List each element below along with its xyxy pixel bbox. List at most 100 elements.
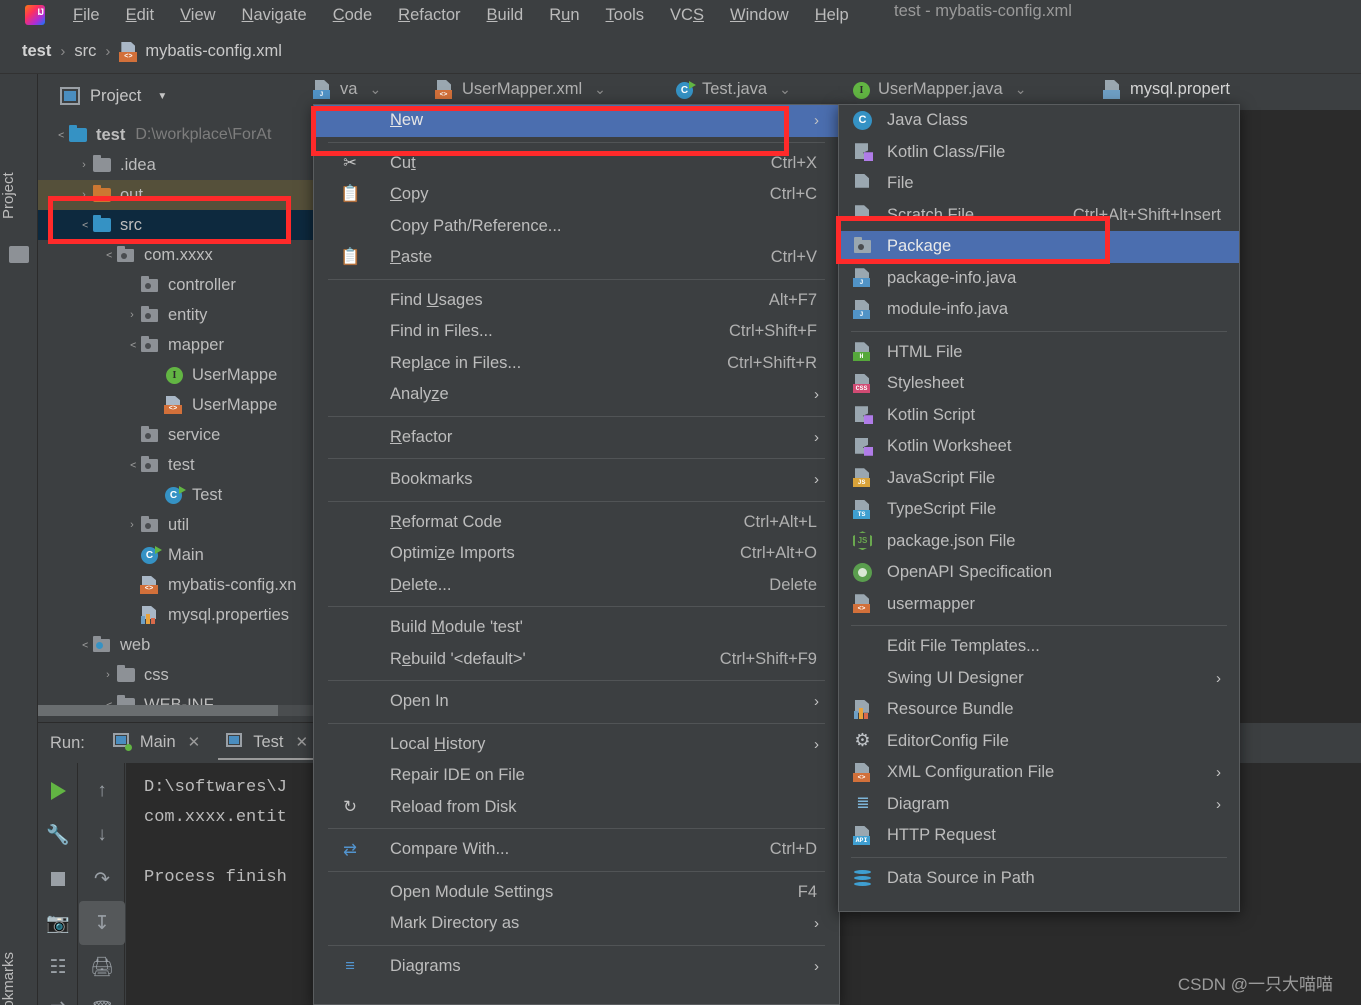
context-menu-item-find-in-files[interactable]: Find in Files... Ctrl+Shift+F bbox=[314, 316, 839, 348]
menu-tools[interactable]: Tools bbox=[593, 3, 658, 28]
run-tab-main[interactable]: Main ✕ bbox=[99, 727, 212, 760]
new-submenu-item-resource-bundle[interactable]: Resource Bundle bbox=[839, 694, 1239, 726]
menu-help[interactable]: Help bbox=[802, 3, 862, 28]
stop-icon[interactable] bbox=[38, 857, 78, 901]
close-icon[interactable]: ⌄ bbox=[369, 81, 381, 98]
sidebar-tab-project[interactable]: Project bbox=[0, 158, 38, 234]
new-submenu-item-http-request[interactable]: API HTTP Request bbox=[839, 820, 1239, 852]
scroll-down-icon[interactable]: ↓ bbox=[79, 813, 125, 857]
chevron-down-icon[interactable]: ˅ bbox=[78, 217, 90, 233]
tree-node-mybatis-config-xn[interactable]: <> mybatis-config.xn bbox=[38, 570, 313, 600]
chevron-down-icon[interactable]: ▼ bbox=[157, 91, 167, 102]
tree-node-com-xxxx[interactable]: ˅ com.xxxx bbox=[38, 240, 313, 270]
context-menu-item-new[interactable]: New › bbox=[314, 105, 839, 137]
menu-run[interactable]: Run bbox=[536, 3, 592, 28]
context-menu-item-mark-directory-as[interactable]: Mark Directory as › bbox=[314, 908, 839, 940]
close-icon[interactable]: ✕ bbox=[295, 733, 308, 751]
new-submenu-item-package-json-file[interactable]: JS package.json File bbox=[839, 526, 1239, 558]
soft-wrap-icon[interactable]: ↷ bbox=[79, 857, 125, 901]
new-submenu-item-edit-file-templates[interactable]: Edit File Templates... bbox=[839, 631, 1239, 663]
breadcrumb-item-file[interactable]: mybatis-config.xml bbox=[145, 42, 282, 61]
context-menu-item-repair-ide-on-file[interactable]: Repair IDE on File bbox=[314, 760, 839, 792]
context-menu-item-copy[interactable]: 📋 Copy Ctrl+C bbox=[314, 179, 839, 211]
thread-dump-icon[interactable]: ☷ bbox=[38, 945, 78, 989]
context-menu-item-compare-with[interactable]: ⇄ Compare With... Ctrl+D bbox=[314, 834, 839, 866]
context-menu-item-open-module-settings[interactable]: Open Module Settings F4 bbox=[314, 877, 839, 909]
editor-tab-mysql-propert[interactable]: mysql.propert bbox=[1103, 80, 1230, 99]
tree-node-main[interactable]: C Main bbox=[38, 540, 313, 570]
context-menu-item-open-in[interactable]: Open In › bbox=[314, 686, 839, 718]
menu-build[interactable]: Build bbox=[474, 3, 537, 28]
new-submenu-item-javascript-file[interactable]: JS JavaScript File bbox=[839, 463, 1239, 495]
scroll-up-icon[interactable]: ↑ bbox=[79, 769, 125, 813]
run-icon[interactable] bbox=[38, 769, 78, 813]
new-submenu-item-kotlin-worksheet[interactable]: Kotlin Worksheet bbox=[839, 431, 1239, 463]
editor-scrollbar[interactable] bbox=[1351, 110, 1361, 722]
print-icon[interactable]: 🖨 bbox=[79, 945, 125, 989]
scroll-to-end-icon[interactable]: ↧ bbox=[79, 901, 125, 945]
chevron-down-icon[interactable]: ˅ bbox=[78, 637, 90, 653]
tree-node-web[interactable]: ˅ web bbox=[38, 630, 313, 660]
breadcrumb-item-src[interactable]: src bbox=[74, 42, 96, 61]
editor-tab-usermapper-xml[interactable]: <> UserMapper.xml ⌄ bbox=[435, 80, 606, 99]
context-menu-item-analyze[interactable]: Analyze › bbox=[314, 379, 839, 411]
new-submenu-item-html-file[interactable]: H HTML File bbox=[839, 337, 1239, 369]
menu-view[interactable]: View bbox=[167, 3, 228, 28]
close-icon[interactable]: ⌄ bbox=[1015, 81, 1027, 98]
folder-icon[interactable] bbox=[9, 246, 29, 263]
new-submenu-item-stylesheet[interactable]: CSS Stylesheet bbox=[839, 368, 1239, 400]
breadcrumb-item-project[interactable]: test bbox=[22, 42, 51, 61]
tree-node-service[interactable]: service bbox=[38, 420, 313, 450]
new-submenu-item-kotlin-class-file[interactable]: Kotlin Class/File bbox=[839, 137, 1239, 169]
tree-node-controller[interactable]: controller bbox=[38, 270, 313, 300]
context-menu-item-rebuild-default[interactable]: Rebuild '<default>' Ctrl+Shift+F9 bbox=[314, 644, 839, 676]
menu-navigate[interactable]: Navigate bbox=[229, 3, 320, 28]
editor-tab-test-java[interactable]: C Test.java ⌄ bbox=[675, 80, 791, 99]
tree-node-mysql-properties[interactable]: mysql.properties bbox=[38, 600, 313, 630]
new-submenu-item-package-info-java[interactable]: Jpackage-info.java bbox=[839, 263, 1239, 295]
chevron-right-icon[interactable]: › bbox=[124, 309, 140, 321]
context-menu-item-optimize-imports[interactable]: Optimize Imports Ctrl+Alt+O bbox=[314, 538, 839, 570]
context-menu-item-paste[interactable]: 📋 Paste Ctrl+V bbox=[314, 242, 839, 274]
new-submenu-item-kotlin-script[interactable]: Kotlin Script bbox=[839, 400, 1239, 432]
menu-code[interactable]: Code bbox=[320, 3, 385, 28]
new-submenu-item-scratch-file[interactable]: Scratch File Ctrl+Alt+Shift+Insert bbox=[839, 200, 1239, 232]
chevron-right-icon[interactable]: › bbox=[76, 189, 92, 201]
editor-tab-va[interactable]: Jva ⌄ bbox=[313, 80, 381, 99]
tree-node-usermappe[interactable]: I UserMappe bbox=[38, 360, 313, 390]
context-menu-item-reformat-code[interactable]: Reformat Code Ctrl+Alt+L bbox=[314, 507, 839, 539]
export-icon[interactable]: ⇶ bbox=[38, 989, 78, 1005]
new-submenu-item-swing-ui-designer[interactable]: Swing UI Designer › bbox=[839, 663, 1239, 695]
new-submenu-item-openapi-specification[interactable]: OpenAPI Specification bbox=[839, 557, 1239, 589]
chevron-right-icon[interactable]: › bbox=[124, 519, 140, 531]
context-menu-item-diagrams[interactable]: ≡ Diagrams › bbox=[314, 951, 839, 983]
chevron-down-icon[interactable]: ˅ bbox=[126, 457, 138, 473]
new-submenu-item-module-info-java[interactable]: Jmodule-info.java bbox=[839, 294, 1239, 326]
editor-tab-usermapper-java[interactable]: I UserMapper.java ⌄ bbox=[851, 80, 1026, 99]
context-menu-item-bookmarks[interactable]: Bookmarks › bbox=[314, 464, 839, 496]
chevron-down-icon[interactable]: ˅ bbox=[54, 127, 66, 143]
tree-node-test[interactable]: ˅ test bbox=[38, 450, 313, 480]
menu-window[interactable]: Window bbox=[717, 3, 802, 28]
run-tab-test[interactable]: Test ✕ bbox=[212, 727, 320, 760]
chevron-right-icon[interactable]: › bbox=[100, 669, 116, 681]
tree-node-usermappe[interactable]: <> UserMappe bbox=[38, 390, 313, 420]
chevron-down-icon[interactable]: ˅ bbox=[126, 337, 138, 353]
new-submenu-item-java-class[interactable]: C Java Class bbox=[839, 105, 1239, 137]
tree-node-out[interactable]: › out bbox=[38, 180, 313, 210]
new-submenu-item-xml-configuration-file[interactable]: <> XML Configuration File › bbox=[839, 757, 1239, 789]
wrench-icon[interactable]: 🔧 bbox=[38, 813, 78, 857]
new-submenu-item-typescript-file[interactable]: TS TypeScript File bbox=[839, 494, 1239, 526]
context-menu-item-cut[interactable]: ✂ Cut Ctrl+X bbox=[314, 148, 839, 180]
context-menu-item-refactor[interactable]: Refactor › bbox=[314, 422, 839, 454]
camera-icon[interactable]: 📷 bbox=[38, 901, 78, 945]
sidebar-tab-bookmarks[interactable]: Bookmarks bbox=[0, 936, 38, 1005]
tree-node-mapper[interactable]: ˅ mapper bbox=[38, 330, 313, 360]
context-menu-item-reload-from-disk[interactable]: ↻ Reload from Disk bbox=[314, 792, 839, 824]
new-submenu-item-diagram[interactable]: ≣ Diagram › bbox=[839, 789, 1239, 821]
project-horizontal-scrollbar[interactable] bbox=[38, 705, 313, 716]
new-submenu-item-editorconfig-file[interactable]: EditorConfig File bbox=[839, 726, 1239, 758]
breadcrumb[interactable]: test › src › <> mybatis-config.xml bbox=[22, 41, 282, 62]
new-submenu-item-data-source-in-path[interactable]: Data Source in Path bbox=[839, 863, 1239, 895]
close-icon[interactable]: ✕ bbox=[188, 733, 201, 751]
